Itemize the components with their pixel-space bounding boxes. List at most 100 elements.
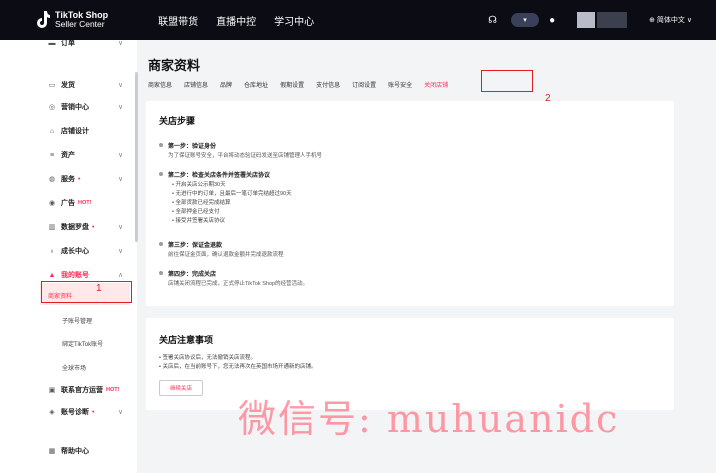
chevron-down-icon: ▾ xyxy=(523,17,527,24)
account-name-redacted[interactable] xyxy=(597,12,628,28)
step-2-bullet: • 开启关店公示期30天 xyxy=(172,182,226,188)
close-notes-title: 关店注意事项 xyxy=(159,335,214,345)
sidebar-item-label: 我的账号 xyxy=(61,272,89,279)
ads-icon: ◉ xyxy=(48,200,56,207)
sidebar-item-ads[interactable]: ◉ 广告 HOT! xyxy=(0,192,137,214)
chevron-up-icon: ∧ xyxy=(118,272,124,279)
sidebar-item-label: 账号诊断 xyxy=(61,409,89,416)
messages-button[interactable]: ▾ xyxy=(511,13,540,27)
growth-icon: ♁ xyxy=(49,247,55,255)
continue-close-button[interactable]: 继续关店 xyxy=(159,380,203,396)
bullet-text: 全部货款已经完成结算 xyxy=(175,200,231,206)
chevron-down-icon: ∨ xyxy=(118,152,124,159)
orders-icon: ▬ xyxy=(48,40,56,47)
sidebar-item-label: 服务 xyxy=(61,176,75,183)
sidebar-item-label: 资产 xyxy=(61,152,75,159)
help-icon: ▦ xyxy=(48,448,56,455)
bullet-text: 全部押金已经支付 xyxy=(175,209,220,215)
sidebar-item-data-compass[interactable]: ▥ 数据罗盘 • ∨ xyxy=(0,216,137,238)
new-dot-badge: • xyxy=(92,223,95,231)
sidebar-item-assets[interactable]: ≡ 资产 ∨ xyxy=(0,144,137,166)
tab-business-info[interactable]: 商家信息 xyxy=(148,80,172,89)
topnav-affiliate[interactable]: 联盟带货 xyxy=(158,13,198,28)
sidebar-scrollbar[interactable] xyxy=(135,72,138,242)
tiktok-logo-icon xyxy=(36,11,50,29)
continue-close-label: 继续关店 xyxy=(169,386,192,392)
hot-badge: HOT! xyxy=(106,387,120,393)
tab-holiday-settings[interactable]: 假期设置 xyxy=(280,80,304,89)
sidebar-item-shipping[interactable]: ▭ 发货 ∨ xyxy=(0,74,137,96)
sidebar-item-services[interactable]: ◍ 服务 • ∨ xyxy=(0,168,137,190)
new-dot-badge: • xyxy=(92,408,95,416)
sidebar-item-label: 成长中心 xyxy=(61,248,89,255)
tab-account-security[interactable]: 账号安全 xyxy=(388,80,412,89)
chevron-down-icon: ∨ xyxy=(118,82,124,89)
note-bullet: • 关店后，在当前账号下，您无法再次在英国市场开通新的店铺。 xyxy=(159,364,317,370)
step-3-desc: 前往保证金页面，确认退款金额并完成退款流程 xyxy=(168,252,284,258)
sidebar-item-store-design[interactable]: ⌂ 店铺设计 xyxy=(0,120,137,142)
watermark-text: 微信号: muhuanidc xyxy=(238,397,620,441)
logo-subtitle: Seller Center xyxy=(55,19,105,29)
store-icon: ⌂ xyxy=(49,127,55,135)
step-1-title: 第一步：验证身份 xyxy=(168,144,217,150)
sidebar-item-orders[interactable]: ▬ 订单 ∨ xyxy=(0,40,137,54)
note-bullet: • 签署关店协议后，无法撤销关店流程。 xyxy=(159,355,256,361)
sidebar-item-label: 店铺设计 xyxy=(61,128,89,135)
chevron-down-icon: ∨ xyxy=(118,224,124,231)
bullet-text: 开启关店公示期30天 xyxy=(175,182,226,188)
sidebar-item-label: 订单 xyxy=(61,40,75,47)
chevron-down-icon: ∨ xyxy=(118,176,124,183)
bell-icon[interactable]: ● xyxy=(549,15,555,26)
step-2-bullet: • 无进行中的订单，且最后一笔订单完结超过90天 xyxy=(172,191,292,197)
step-4-desc: 店铺关闭流程已完成，正式停止TikTok Shop的经营活动。 xyxy=(168,281,309,287)
sidebar-item-label: 联系官方运营 xyxy=(61,387,103,394)
step-2-bullet: • 接受并签署关店协议 xyxy=(172,218,225,224)
chevron-down-icon: ∨ xyxy=(118,104,124,111)
sidebar-item-help-center[interactable]: ▦ 帮助中心 xyxy=(0,440,137,462)
sidebar-item-contact-ops[interactable]: ▣ 联系官方运营 HOT! xyxy=(0,379,137,401)
tab-close-store[interactable]: 关闭店铺 xyxy=(424,80,448,89)
tab-payment-info[interactable]: 支付信息 xyxy=(316,80,340,89)
sidebar-item-growth-center[interactable]: ♁ 成长中心 ∨ xyxy=(0,240,137,262)
user-icon: ▲ xyxy=(48,271,56,279)
tab-bar: 商家信息 店铺信息 品牌 仓库地址 假期设置 支付信息 订阅设置 账号安全 关闭… xyxy=(148,80,460,89)
step-2-dot xyxy=(159,172,163,176)
chart-icon: ▥ xyxy=(48,224,56,231)
topnav-live-console[interactable]: 直播中控 xyxy=(216,13,256,28)
annotation-box-1 xyxy=(41,281,132,303)
sidebar-item-marketing[interactable]: ◎ 营销中心 ∨ xyxy=(0,96,137,118)
marketing-icon: ◎ xyxy=(48,104,56,111)
diagnosis-icon: ◈ xyxy=(49,409,55,416)
step-1-desc: 为了保证账号安全，平台将动态验证码发送至店铺管理人手机号 xyxy=(168,153,323,159)
sidebar-sub-bind-tiktok[interactable]: 绑定TikTok账号 xyxy=(62,339,103,348)
contact-icon: ▣ xyxy=(48,387,56,394)
step-2-bullet: • 全部货款已经完成结算 xyxy=(172,200,231,206)
sidebar-item-account-diagnosis[interactable]: ◈ 账号诊断 • ∨ xyxy=(0,401,137,423)
account-avatar[interactable] xyxy=(577,12,596,28)
note-text: 签署关店协议后，无法撤销关店流程。 xyxy=(162,355,256,361)
step-3-title: 第三步：保证金退款 xyxy=(168,243,223,249)
sidebar-item-label: 帮助中心 xyxy=(61,448,89,455)
sidebar-item-label: 营销中心 xyxy=(61,104,89,111)
sidebar: ▬ 订单 ∨ ▭ 发货 ∨ ◎ 营销中心 ∨ ⌂ 店铺设计 ≡ 资产 ∨ ◍ 服… xyxy=(0,40,137,473)
note-text: 关店后，在当前账号下，您无法再次在英国市场开通新的店铺。 xyxy=(162,364,317,370)
headset-icon[interactable]: ☊ xyxy=(488,15,497,26)
step-2-title: 第二步：检查关店条件并签署关店协议 xyxy=(168,173,271,179)
sidebar-sub-global-market[interactable]: 全球市场 xyxy=(62,363,86,372)
sidebar-sub-sub-accounts[interactable]: 子账号管理 xyxy=(62,316,92,325)
tab-warehouse-address[interactable]: 仓库地址 xyxy=(244,80,268,89)
step-1-dot xyxy=(159,143,163,147)
language-selector[interactable]: ⊕ 简体中文 ∨ xyxy=(649,15,692,25)
annotation-number-1: 1 xyxy=(96,283,102,294)
hot-badge: HOT! xyxy=(78,200,92,206)
annotation-box-2 xyxy=(481,70,533,92)
close-steps-card: 关店步骤 第一步：验证身份 为了保证账号安全，平台将动态验证码发送至店铺管理人手… xyxy=(146,101,674,306)
tiktok-shop-logo[interactable]: TikTok Shop Seller Center xyxy=(36,11,108,29)
tab-subscription-settings[interactable]: 订阅设置 xyxy=(352,80,376,89)
page-title: 商家资料 xyxy=(148,58,201,73)
sidebar-item-label: 发货 xyxy=(61,82,75,89)
tab-store-info[interactable]: 店铺信息 xyxy=(184,80,208,89)
step-4-title: 第四步：完成关店 xyxy=(168,272,217,278)
topnav-learning-center[interactable]: 学习中心 xyxy=(274,13,314,28)
tab-brand[interactable]: 品牌 xyxy=(220,80,232,89)
